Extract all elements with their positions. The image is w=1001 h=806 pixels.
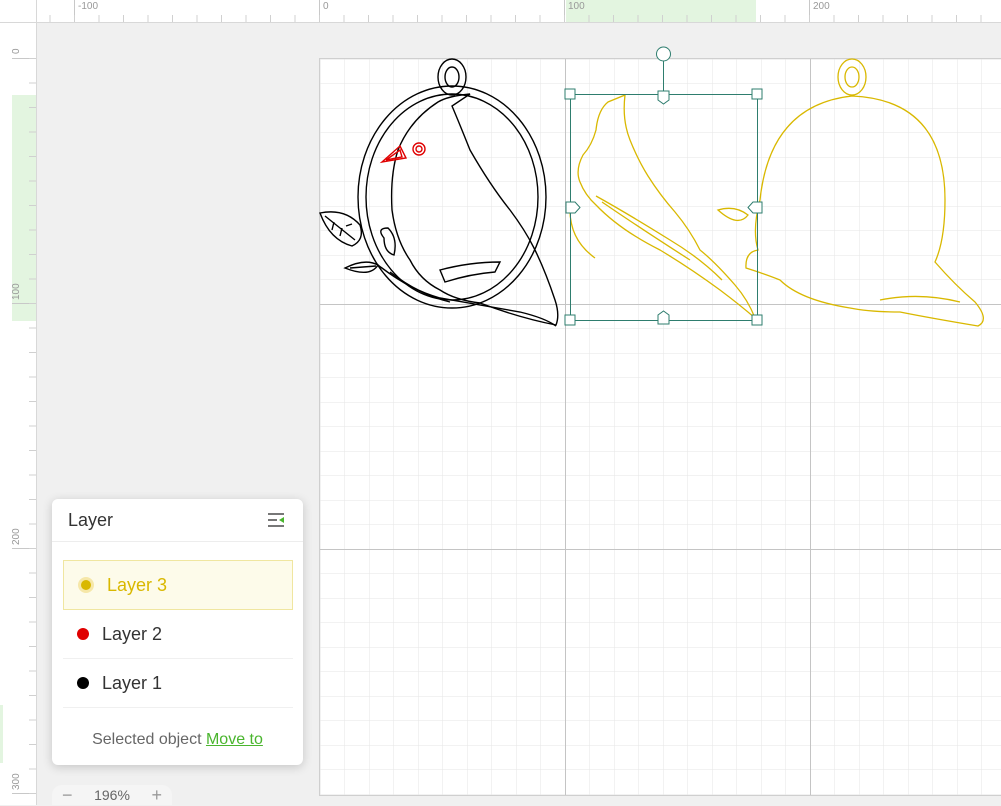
layer-list: Layer 3 Layer 2 Layer 1	[63, 560, 293, 708]
resize-handle-bl[interactable]	[564, 314, 576, 326]
resize-handle-tl[interactable]	[564, 88, 576, 100]
rotate-handle[interactable]	[656, 46, 671, 62]
ornament-black[interactable]	[319, 58, 559, 327]
ruler-corner	[0, 0, 37, 23]
layer-item-3[interactable]: Layer 3	[63, 560, 293, 610]
resize-handle-left[interactable]	[565, 201, 581, 214]
move-to-link[interactable]: Move to	[206, 731, 263, 748]
layer-color-dot	[77, 677, 89, 689]
layer-options-icon[interactable]	[267, 511, 285, 529]
zoom-level: 196%	[94, 787, 130, 803]
ornament-yellow-bird[interactable]	[569, 93, 756, 319]
resize-handle-top[interactable]	[657, 90, 670, 105]
layer-name: Layer 3	[107, 574, 168, 595]
layer-color-dot	[78, 577, 94, 593]
layer-panel-title: Layer	[68, 509, 114, 530]
zoom-out-button[interactable]: −	[62, 785, 73, 806]
selected-object-label: Selected object	[92, 731, 202, 748]
layer-name: Layer 2	[102, 623, 163, 644]
selection-box[interactable]	[564, 46, 763, 326]
layer-panel-footer: Selected object Move to	[52, 731, 303, 749]
layer-item-2[interactable]: Layer 2	[63, 610, 293, 659]
ornament-red-details[interactable]	[379, 142, 426, 164]
resize-handle-tr[interactable]	[751, 88, 763, 100]
ornament-yellow-outline[interactable]	[745, 58, 984, 327]
layer-panel-header: Layer	[52, 499, 303, 542]
layer-name: Layer 1	[102, 672, 163, 693]
layer-panel: Layer Layer 3 Layer 2 Layer 1 Selected o…	[52, 499, 303, 765]
zoom-control: − 196% +	[52, 785, 172, 805]
resize-handle-right[interactable]	[747, 201, 763, 214]
layer-color-dot	[77, 628, 89, 640]
resize-handle-br[interactable]	[751, 314, 763, 326]
resize-handle-bottom[interactable]	[657, 310, 670, 325]
zoom-in-button[interactable]: +	[151, 785, 162, 806]
layer-item-1[interactable]: Layer 1	[63, 659, 293, 708]
